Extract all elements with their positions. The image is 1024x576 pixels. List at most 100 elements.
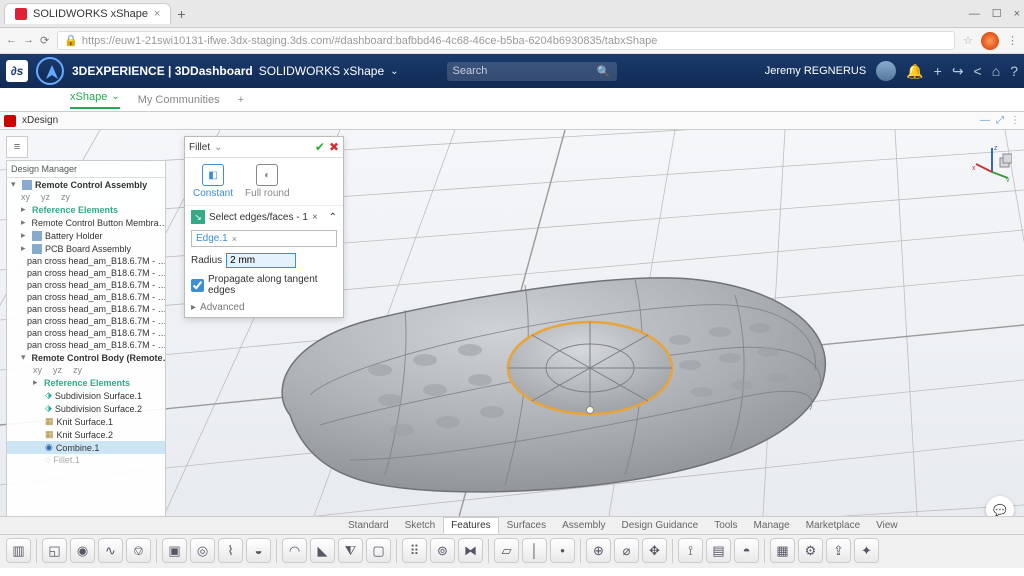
ribbon-tab-tools[interactable]: Tools (706, 517, 745, 534)
ribbon-tab-standard[interactable]: Standard (340, 517, 397, 534)
tool-extrude[interactable]: ◱ (42, 538, 67, 563)
tool-fillet[interactable]: ◠ (282, 538, 307, 563)
ribbon-tab-view[interactable]: View (868, 517, 906, 534)
radius-input[interactable] (226, 253, 296, 268)
tool-circular-pattern[interactable]: ⊚ (430, 538, 455, 563)
help-icon[interactable]: ? (1010, 63, 1018, 79)
fillet-type-full-round[interactable]: ◐ Full round (245, 164, 289, 199)
add-icon[interactable]: + (934, 63, 942, 79)
profile-avatar-icon[interactable] (981, 32, 999, 50)
ribbon-tab-manage[interactable]: Manage (746, 517, 798, 534)
fillet-dialog: Fillet ⌄ ✔ ✖ ◧ Constant ◐ Full round ↘ S… (184, 136, 344, 318)
tool-revolve[interactable]: ◉ (70, 538, 95, 563)
tool-cut-extrude[interactable]: ▣ (162, 538, 187, 563)
bottom-ribbon: Standard Sketch Features Surfaces Assemb… (0, 516, 1024, 568)
share-pane-icon[interactable]: ↪ (952, 63, 964, 80)
app-switcher-icon[interactable]: ⌄ (390, 66, 398, 77)
browser-tab[interactable]: SOLIDWORKS xShape × (4, 3, 171, 24)
radius-label: Radius (191, 255, 222, 266)
xdesign-label: xDesign (22, 115, 58, 126)
minimize-icon[interactable]: — (969, 8, 980, 20)
tool-new[interactable]: ▥ (6, 538, 31, 563)
ribbon-tab-marketplace[interactable]: Marketplace (798, 517, 868, 534)
tool-render[interactable]: ✦ (854, 538, 879, 563)
browser-tab-bar: SOLIDWORKS xShape × + — ☐ × (0, 0, 1024, 28)
tool-export[interactable]: ⇪ (826, 538, 851, 563)
tree-item-combine[interactable]: ◉Combine.1 (7, 441, 165, 454)
tool-sweep[interactable]: ∿ (98, 538, 123, 563)
tool-mirror[interactable]: ⧓ (458, 538, 483, 563)
url-input[interactable]: 🔒 https://euw1-21swi10131-ifwe.3dx-stagi… (57, 31, 955, 50)
compass-icon[interactable] (36, 57, 64, 85)
fillet-selection-header[interactable]: ↘ Select edges/faces - 1 × ⌃ (185, 206, 343, 228)
ribbon-tab-sketch[interactable]: Sketch (397, 517, 444, 534)
ds-logo[interactable]: ∂s (6, 60, 28, 82)
tool-material[interactable]: ▦ (770, 538, 795, 563)
notifications-icon[interactable]: 🔔 (906, 63, 923, 80)
url-text: https://euw1-21swi10131-ifwe.3dx-staging… (82, 35, 657, 47)
cancel-button[interactable]: ✖ (329, 140, 339, 154)
propagate-checkbox[interactable] (191, 279, 204, 292)
tab-xshape[interactable]: xShape⌄ (70, 91, 120, 109)
fillet-dropdown-icon[interactable]: ⌄ (214, 142, 222, 153)
user-name[interactable]: Jeremy REGNERUS (765, 65, 866, 77)
chevron-right-icon: ▸ (191, 302, 196, 313)
tool-linear-pattern[interactable]: ⠿ (402, 538, 427, 563)
tool-cut-sweep[interactable]: ⌇ (218, 538, 243, 563)
tool-section[interactable]: ▤ (706, 538, 731, 563)
tool-appearance[interactable]: ◓ (734, 538, 759, 563)
ribbon-tab-features[interactable]: Features (443, 517, 498, 534)
fillet-type-constant[interactable]: ◧ Constant (193, 164, 233, 199)
selected-edge-chip[interactable]: Edge.1× (191, 230, 337, 247)
reload-icon[interactable]: ⟳ (40, 34, 49, 47)
search-input[interactable]: Search 🔍 (447, 62, 617, 81)
tab-add[interactable]: + (238, 94, 244, 106)
ribbon-tab-assembly[interactable]: Assembly (554, 517, 613, 534)
close-window-icon[interactable]: × (1014, 8, 1020, 20)
ribbon-tab-design-guidance[interactable]: Design Guidance (613, 517, 706, 534)
svg-text:z: z (994, 145, 998, 152)
expand-panel-icon[interactable]: ⤢ (996, 115, 1004, 126)
view-triad[interactable]: z x y (972, 142, 1012, 182)
maximize-icon[interactable]: ☐ (992, 7, 1002, 20)
tool-properties[interactable]: ⚙ (798, 538, 823, 563)
advanced-toggle[interactable]: ▸Advanced (185, 298, 343, 317)
design-tree[interactable]: ▾Remote Control Assembly xy yz zy ▸Refer… (7, 178, 165, 559)
tool-hole[interactable]: ◒ (246, 538, 271, 563)
tool-shell[interactable]: ▢ (366, 538, 391, 563)
share-icon[interactable]: < (974, 63, 982, 79)
tool-move[interactable]: ✥ (642, 538, 667, 563)
minimize-panel-icon[interactable]: — (980, 115, 990, 126)
home-icon[interactable]: ⌂ (992, 63, 1000, 79)
new-tab-button[interactable]: + (177, 6, 185, 22)
tool-split[interactable]: ⌀ (614, 538, 639, 563)
tool-draft[interactable]: ⧨ (338, 538, 363, 563)
feature-toolbar: ▥ ◱ ◉ ∿ ⎊ ▣ ◎ ⌇ ◒ ◠ ◣ ⧨ ▢ ⠿ ⊚ ⧓ ▱ │ • ⊕ (0, 535, 1024, 568)
tool-measure[interactable]: ⟟ (678, 538, 703, 563)
tool-loft[interactable]: ⎊ (126, 538, 151, 563)
nav-forward-icon[interactable]: → (23, 34, 34, 47)
viewport[interactable]: ≡ Design Manager ▾Remote Control Assembl… (0, 130, 1024, 568)
grip-icon[interactable]: ⋮ (1010, 115, 1020, 126)
tool-plane[interactable]: ▱ (494, 538, 519, 563)
confirm-button[interactable]: ✔ (315, 140, 325, 154)
selection-badge-icon: ↘ (191, 210, 205, 224)
user-avatar[interactable] (876, 61, 896, 81)
clear-selection-icon[interactable]: × (312, 212, 318, 223)
constant-icon: ◧ (202, 164, 224, 186)
chip-remove-icon[interactable]: × (232, 234, 237, 244)
ribbon-tab-surfaces[interactable]: Surfaces (499, 517, 554, 534)
close-tab-icon[interactable]: × (154, 8, 160, 20)
tab-my-communities[interactable]: My Communities (138, 94, 220, 106)
nav-back-icon[interactable]: ← (6, 34, 17, 47)
tool-point[interactable]: • (550, 538, 575, 563)
design-manager-toggle[interactable]: ≡ (6, 136, 28, 158)
collapse-selection-icon[interactable]: ⌃ (329, 212, 337, 223)
tool-axis[interactable]: │ (522, 538, 547, 563)
tool-combine[interactable]: ⊕ (586, 538, 611, 563)
browser-menu-icon[interactable]: ⋮ (1007, 34, 1018, 47)
tool-cut-revolve[interactable]: ◎ (190, 538, 215, 563)
design-manager-panel: Design Manager ▾Remote Control Assembly … (6, 160, 166, 560)
tool-chamfer[interactable]: ◣ (310, 538, 335, 563)
bookmark-icon[interactable]: ☆ (963, 34, 973, 47)
